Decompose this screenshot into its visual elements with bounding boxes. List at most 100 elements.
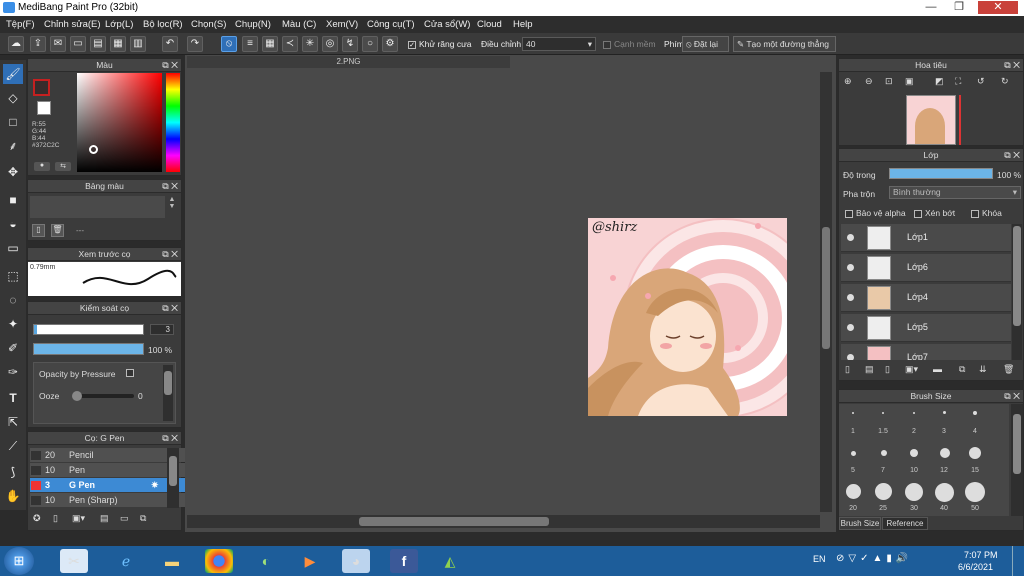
close-icon[interactable]: ⧉ ✕ [1004, 59, 1020, 72]
brush-size-dot[interactable] [881, 450, 887, 456]
visibility-icon[interactable] [847, 294, 854, 301]
delete-layer-icon[interactable]: 🗑 [1003, 364, 1014, 375]
close-icon[interactable]: ⧉ ✕ [162, 432, 178, 445]
brush-settings-icon[interactable]: ✷ [151, 478, 159, 492]
palette-scroll-icon[interactable]: ▲ ▼ [167, 196, 177, 218]
layer-row[interactable]: Lớp4 [841, 284, 1011, 312]
comment-icon[interactable]: ✉ [50, 36, 66, 52]
brush-tool-icon[interactable]: 🖌 [3, 64, 23, 84]
text-tool-icon[interactable]: T [3, 388, 23, 408]
menu-help[interactable]: Help [513, 19, 533, 30]
fill-tool-icon[interactable]: ◒ [3, 214, 23, 234]
close-icon[interactable]: ⧉ ✕ [162, 248, 178, 261]
document-tab[interactable]: 2.PNG [187, 56, 510, 68]
swap-color-icon[interactable]: ⇆ [55, 162, 71, 171]
brush-list-scrollbar[interactable] [167, 448, 179, 508]
visibility-icon[interactable] [847, 234, 854, 241]
layer-row[interactable]: Lớp1 [841, 224, 1011, 252]
saturation-value-picker[interactable] [77, 73, 162, 172]
menu-view[interactable]: Xem(V) [326, 19, 358, 30]
brush-size-dot[interactable] [943, 411, 946, 414]
actual-size-icon[interactable]: ▣ [905, 76, 914, 87]
divide-tool-icon[interactable]: ⟋ [3, 436, 23, 456]
brush-size-dot[interactable] [973, 411, 977, 415]
close-icon[interactable]: ⧉ ✕ [1004, 390, 1020, 403]
tab-brush-size[interactable]: Brush Size [839, 517, 881, 530]
color-picker-cursor[interactable] [89, 145, 98, 154]
shape-tool-icon[interactable]: ■ [3, 190, 23, 210]
hue-slider[interactable] [166, 73, 180, 172]
brush-size-dot[interactable] [935, 483, 954, 502]
folder-icon[interactable]: ▬ [933, 364, 942, 374]
clipping-checkbox[interactable]: Xén bớt [914, 208, 955, 218]
share-icon[interactable]: ⇪ [30, 36, 46, 52]
rotate-right-icon[interactable]: ↻ [1001, 76, 1009, 87]
radial-snap-icon[interactable]: ✳ [302, 36, 318, 52]
brush-size-dot[interactable] [965, 482, 985, 502]
tray-icons[interactable]: ⊘▽✓▲▮🔊 [836, 553, 912, 564]
visibility-icon[interactable] [847, 264, 854, 271]
brush-folder-icon[interactable]: ▭ [120, 513, 129, 524]
options-scrollbar[interactable] [163, 365, 173, 421]
brush-menu-icon[interactable]: ▣▾ [72, 513, 85, 524]
navigator-thumbnail[interactable] [906, 95, 956, 145]
show-desktop-button[interactable] [1012, 546, 1024, 576]
brush-duplicate-icon[interactable]: ⧉ [140, 513, 146, 524]
brush-size-dot[interactable] [910, 449, 918, 457]
eyedropper-icon[interactable]: ⟆ [3, 462, 23, 482]
start-button[interactable]: ⊞ [4, 547, 34, 575]
menu-filter[interactable]: Bộ lọc(R) [143, 19, 183, 30]
layout-icon[interactable]: ▦ [110, 36, 126, 52]
color-mode-icon[interactable]: ● [34, 162, 50, 171]
file-explorer-icon[interactable]: ▬ [158, 549, 186, 573]
full-screen-icon[interactable]: ⛶ [955, 76, 961, 87]
zoom-in-icon[interactable]: ⊕ [844, 76, 852, 87]
brush-size-dot[interactable] [969, 447, 981, 459]
brush-size-dot[interactable] [851, 451, 856, 456]
magic-wand-icon[interactable]: ✦ [3, 314, 23, 334]
horizontal-scrollbar[interactable] [187, 515, 820, 528]
new-brush-icon[interactable]: ▯ [53, 513, 58, 524]
brush-item[interactable]: 20 Pencil [30, 448, 190, 462]
grid-snap-icon[interactable]: ▦ [262, 36, 278, 52]
cloud-icon[interactable]: ☁ [8, 36, 24, 52]
menu-tools[interactable]: Công cụ(T) [367, 19, 415, 30]
antialias-checkbox[interactable]: ✓ Khử răng cưa [408, 39, 472, 49]
media-player-icon[interactable]: ▶ [296, 549, 324, 573]
menu-color[interactable]: Màu (C) [282, 19, 316, 30]
ellipse-snap-icon[interactable]: ○ [362, 36, 378, 52]
gradient-tool-icon[interactable]: ▭ [3, 238, 23, 258]
medibang-taskbar-icon[interactable]: ◕ [342, 549, 370, 573]
menu-select[interactable]: Chọn(S) [191, 19, 226, 30]
brush-size-dot[interactable] [882, 412, 884, 414]
eraser-tool-icon[interactable]: ◇ [3, 88, 23, 108]
blend-mode-select[interactable]: Bình thường ▾ [889, 186, 1021, 199]
pressure-checkbox[interactable] [126, 369, 134, 377]
menu-edit[interactable]: Chỉnh sửa(E) [44, 19, 101, 30]
soft-edge-checkbox[interactable]: Cạnh mềm [603, 39, 656, 49]
brush-size-slider[interactable] [33, 324, 144, 335]
snap-off-icon[interactable]: ⦸ [221, 36, 237, 52]
facebook-icon[interactable]: f [390, 549, 418, 573]
dot-tool-icon[interactable]: □ [3, 112, 23, 132]
menu-file[interactable]: Tệp(F) [6, 19, 35, 30]
perspective-snap-icon[interactable]: ≺ [282, 36, 298, 52]
game-icon[interactable]: ◭ [436, 549, 464, 573]
layer-opacity-slider[interactable] [889, 168, 993, 179]
close-button[interactable]: ✕ [978, 1, 1018, 14]
layer-menu-icon[interactable]: ▣▾ [905, 364, 918, 375]
select-pen-icon[interactable]: ✐ [3, 338, 23, 358]
circle-snap-icon[interactable]: ◎ [322, 36, 338, 52]
menu-window[interactable]: Cửa sổ(W) [424, 19, 470, 30]
brush-size-dot[interactable] [940, 448, 950, 458]
parallel-snap-icon[interactable]: ≡ [242, 36, 258, 52]
snipping-tool-icon[interactable]: ✂ [60, 549, 88, 573]
clock-time[interactable]: 7:07 PM [964, 550, 998, 560]
background-color-swatch[interactable] [37, 101, 51, 115]
lock-checkbox[interactable]: Khóa [971, 208, 1002, 218]
vertical-scrollbar[interactable] [820, 72, 832, 512]
undo-icon[interactable]: ↶ [162, 36, 178, 52]
menu-cloud[interactable]: Cloud [477, 19, 502, 30]
zoom-out-icon[interactable]: ⊖ [865, 76, 873, 87]
new-layer-icon[interactable]: ▯ [845, 364, 850, 375]
